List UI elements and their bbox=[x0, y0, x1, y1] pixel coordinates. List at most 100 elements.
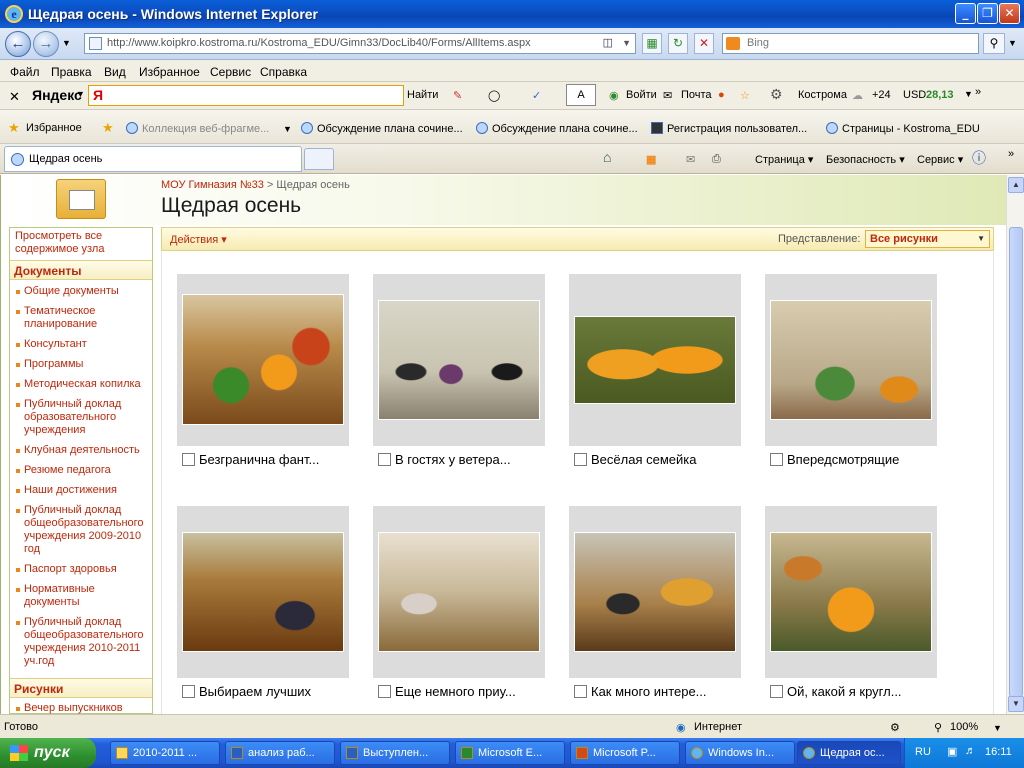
photo-thumbnail[interactable] bbox=[770, 532, 932, 652]
menu-edit[interactable]: Правка bbox=[51, 65, 92, 79]
picture-caption[interactable]: Весёлая семейка bbox=[574, 452, 754, 467]
read-mail-icon[interactable]: ✉ bbox=[686, 153, 695, 166]
usd-dropdown-icon[interactable]: ▼ bbox=[964, 89, 973, 99]
thumbnail-card[interactable] bbox=[765, 506, 937, 678]
photo-thumbnail[interactable] bbox=[182, 294, 344, 425]
usd-value[interactable]: 28,13 bbox=[926, 89, 954, 101]
yandex-logo[interactable]: Яндекс bbox=[32, 87, 82, 103]
weather-temp[interactable]: +24 bbox=[872, 89, 891, 101]
new-tab-button[interactable] bbox=[304, 148, 334, 170]
settings-gear-icon[interactable]: ⚙ bbox=[770, 86, 783, 103]
favorite-star-icon[interactable]: ☆ bbox=[740, 89, 750, 102]
task-item[interactable]: анализ раб... bbox=[225, 741, 335, 765]
task-item[interactable]: Microsoft E... bbox=[455, 741, 565, 765]
task-item[interactable]: Microsoft P... bbox=[570, 741, 680, 765]
view-select[interactable]: Все рисунки ▼ bbox=[865, 230, 990, 248]
nav-item[interactable]: Паспорт здоровья bbox=[16, 563, 148, 576]
refresh-button[interactable]: ↻ bbox=[668, 33, 688, 54]
security-zone[interactable]: Интернет bbox=[694, 721, 742, 733]
picture-caption[interactable]: В гостях у ветера... bbox=[378, 452, 558, 467]
rss-icon[interactable]: ▦ bbox=[642, 33, 662, 54]
thumbnail-card[interactable] bbox=[373, 274, 545, 446]
nav-item[interactable]: Консультант bbox=[16, 338, 148, 351]
photo-thumbnail[interactable] bbox=[574, 316, 736, 404]
scroll-thumb[interactable] bbox=[1009, 227, 1023, 697]
more-chevron-icon[interactable]: » bbox=[975, 86, 981, 98]
compat-icon[interactable]: ◫ bbox=[603, 34, 613, 53]
menu-view[interactable]: Вид bbox=[104, 65, 126, 79]
security-menu[interactable]: Безопасность ▾ bbox=[826, 153, 905, 166]
comment-icon[interactable]: ◯ bbox=[488, 89, 500, 102]
nav-item[interactable]: Тематическое планирование bbox=[16, 305, 148, 331]
nav-item[interactable]: Вечер выпускников bbox=[16, 702, 148, 714]
task-item[interactable]: Выступлен... bbox=[340, 741, 450, 765]
task-item[interactable]: Windows In... bbox=[685, 741, 795, 765]
thumbnail-card[interactable] bbox=[177, 274, 349, 446]
more-chevron-icon[interactable]: » bbox=[1008, 148, 1014, 160]
breadcrumb-root[interactable]: МОУ Гимназия №33 bbox=[161, 179, 264, 191]
thumbnail-card[interactable] bbox=[177, 506, 349, 678]
fav-item-1[interactable]: Обсуждение плана сочине... bbox=[301, 122, 463, 135]
picture-caption[interactable]: Ой, какой я кругл... bbox=[770, 684, 950, 699]
nav-item[interactable]: Методическая копилка bbox=[16, 378, 148, 391]
help-icon[interactable]: ⓘ bbox=[972, 148, 986, 168]
minimize-button[interactable]: _ bbox=[955, 3, 976, 24]
history-dropdown-icon[interactable]: ▼ bbox=[62, 38, 71, 48]
close-toolbar-icon[interactable]: ✕ bbox=[9, 89, 20, 105]
actions-menu[interactable]: Действия ▾ bbox=[170, 233, 227, 246]
search-go-icon[interactable]: ⚲ bbox=[983, 33, 1005, 54]
forward-button[interactable]: → bbox=[33, 31, 59, 57]
maximize-button[interactable]: ❐ bbox=[977, 3, 998, 24]
menu-favorites[interactable]: Избранное bbox=[139, 65, 200, 79]
translate-icon[interactable]: A bbox=[566, 84, 596, 106]
language-indicator[interactable]: RU bbox=[915, 746, 931, 758]
nav-item[interactable]: Клубная деятельность bbox=[16, 444, 148, 457]
page-menu[interactable]: Страница ▾ bbox=[755, 153, 813, 166]
fav-item-webslice[interactable]: Коллекция веб-фрагме... bbox=[126, 122, 269, 135]
picture-caption[interactable]: Как много интере... bbox=[574, 684, 754, 699]
market-icon[interactable]: ● bbox=[718, 89, 725, 101]
search-input[interactable]: Bing bbox=[722, 33, 979, 54]
clock[interactable]: 16:11 bbox=[985, 746, 1012, 758]
menu-help[interactable]: Справка bbox=[260, 65, 307, 79]
photo-thumbnail[interactable] bbox=[574, 532, 736, 652]
yandex-search-input[interactable]: Я bbox=[88, 85, 404, 106]
url-dropdown-icon[interactable]: ▼ bbox=[622, 34, 631, 53]
menu-file[interactable]: Файл bbox=[10, 65, 40, 79]
photo-thumbnail[interactable] bbox=[182, 532, 344, 652]
page-scrollbar[interactable]: ▲ ▼ bbox=[1006, 175, 1024, 714]
tools-menu[interactable]: Сервис ▾ bbox=[917, 153, 963, 166]
picture-caption[interactable]: Безгранична фант... bbox=[182, 452, 362, 467]
close-button[interactable]: ✕ bbox=[999, 3, 1020, 24]
fav-item-3[interactable]: Регистрация пользовател... bbox=[651, 122, 807, 135]
task-item-active[interactable]: Щедрая ос... bbox=[797, 741, 901, 765]
fav-dropdown-icon[interactable]: ▼ bbox=[283, 124, 292, 134]
photo-thumbnail[interactable] bbox=[378, 532, 540, 652]
scroll-up-icon[interactable]: ▲ bbox=[1008, 177, 1024, 193]
thumbnail-card[interactable] bbox=[373, 506, 545, 678]
photo-thumbnail[interactable] bbox=[770, 300, 932, 420]
start-button[interactable]: пуск bbox=[0, 738, 96, 768]
fav-item-2[interactable]: Обсуждение плана сочине... bbox=[476, 122, 638, 135]
yandex-find-button[interactable]: Найти bbox=[407, 89, 438, 101]
nav-item[interactable]: Публичный доклад общеобразовательного уч… bbox=[16, 504, 148, 556]
protected-mode-icon[interactable]: ⚙ bbox=[890, 721, 900, 734]
search-options-icon[interactable]: ▼ bbox=[1008, 38, 1017, 48]
photo-thumbnail[interactable] bbox=[378, 300, 540, 420]
nav-heading-pictures[interactable]: Рисунки bbox=[10, 678, 152, 698]
back-button[interactable]: ← bbox=[5, 31, 31, 57]
url-field[interactable]: http://www.koipkro.kostroma.ru/Kostroma_… bbox=[84, 33, 636, 54]
nav-item[interactable]: Резюме педагога bbox=[16, 464, 148, 477]
task-item[interactable]: 2010-2011 ... bbox=[110, 741, 220, 765]
home-icon[interactable]: ⌂ bbox=[603, 149, 611, 165]
scroll-down-icon[interactable]: ▼ bbox=[1008, 696, 1024, 712]
picture-caption[interactable]: Выбираем лучших bbox=[182, 684, 362, 699]
nav-item[interactable]: Программы bbox=[16, 358, 148, 371]
favorites-button[interactable]: Избранное bbox=[26, 122, 82, 134]
stop-button[interactable]: ✕ bbox=[694, 33, 714, 54]
yandex-dropdown-icon[interactable]: ▼ bbox=[76, 89, 85, 99]
network-icon[interactable]: ▣ bbox=[947, 745, 957, 758]
view-all-content-link[interactable]: Просмотреть все содержимое узла bbox=[15, 230, 145, 256]
zoom-level[interactable]: 100% bbox=[950, 721, 978, 733]
nav-item[interactable]: Общие документы bbox=[16, 285, 148, 298]
